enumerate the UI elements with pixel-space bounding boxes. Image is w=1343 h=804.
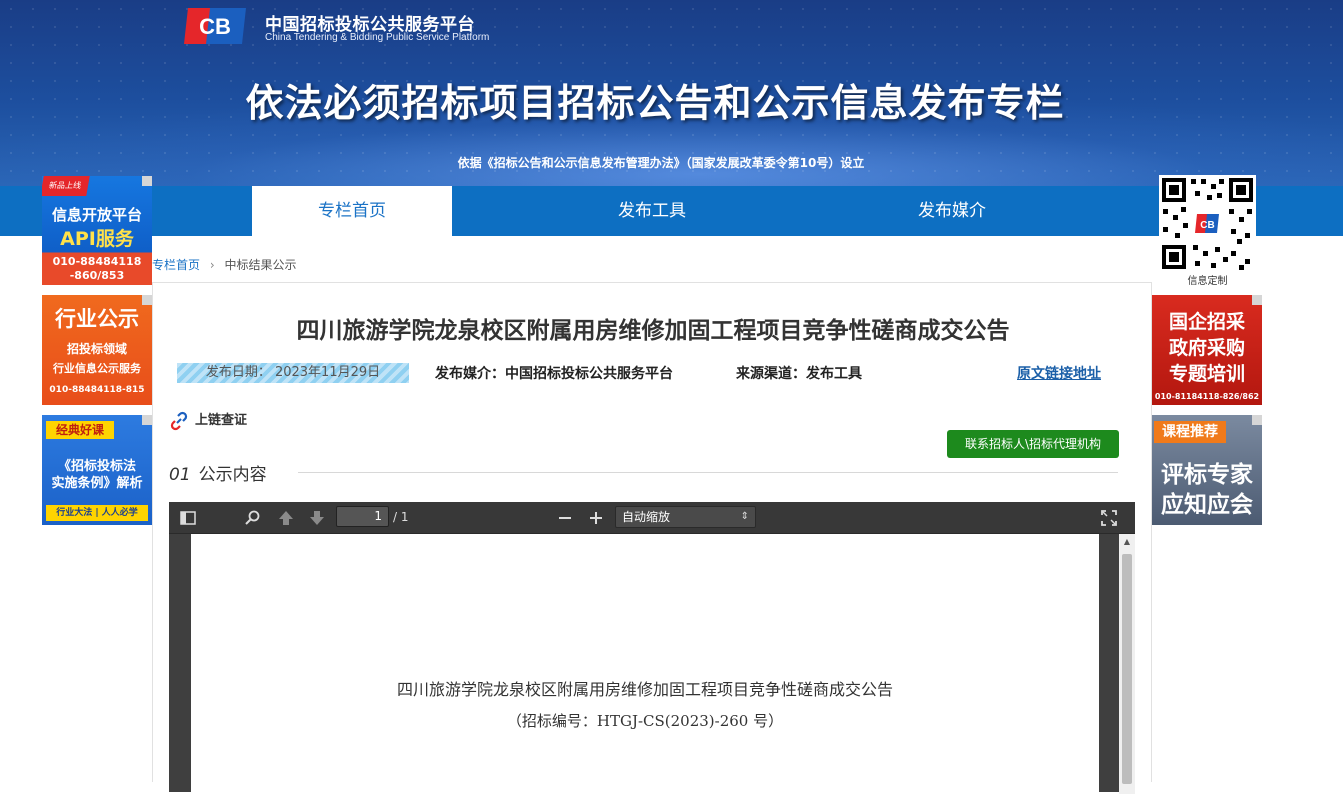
fullscreen-icon[interactable] (1100, 509, 1118, 527)
ad-course-recommend[interactable]: 课程推荐 评标专家 应知应会 (1152, 415, 1262, 525)
section-title: 公示内容 (198, 465, 267, 485)
platform-logo-icon[interactable]: CB (180, 4, 250, 48)
announcement-card: 四川旅游学院龙泉校区附属用房维修加固工程项目竞争性磋商成交公告 发布日期： 20… (152, 282, 1152, 804)
banner-subtitle: 依据《招标公告和公示信息发布管理办法》（国家发展改革委令第10号）设立 (457, 156, 865, 170)
next-page-icon[interactable] (308, 509, 326, 527)
pdf-document-title: 四川旅游学院龙泉校区附属用房维修加固工程项目竞争性磋商成交公告 (396, 680, 893, 699)
ad-corner (142, 295, 152, 305)
page-title: 四川旅游学院龙泉校区附属用房维修加固工程项目竞争性磋商成交公告 (296, 318, 1010, 344)
ad-classic-course[interactable]: 经典好课 《招标投标法 实施条例》解析 行业大法 | 人人必学 (42, 415, 152, 525)
ad-line: 政府采购 (1168, 337, 1245, 359)
ad-industry-notice[interactable]: 行业公示 招投标领域 行业信息公示服务 010-88484118-815 (42, 295, 152, 405)
ad-line: 评标专家 (1161, 462, 1253, 488)
main-nav: 专栏首页 发布工具 发布媒介 (0, 186, 1343, 236)
ad-api-service[interactable]: 新品上线 信息开放平台 API服务 010-88484118 -860/853 (42, 176, 152, 285)
zoom-select-value: 自动缩放 (622, 510, 671, 524)
section-divider (298, 472, 1118, 473)
publish-date: 发布日期： 2023年11月29日 (177, 363, 409, 383)
ad-line: 实施条例》解析 (51, 476, 143, 491)
breadcrumb: 专栏首页 › 中标结果公示 (152, 256, 297, 273)
previous-page-icon[interactable] (277, 509, 295, 527)
ad-corner (142, 415, 152, 425)
ad-badge: 课程推荐 (1154, 421, 1226, 443)
search-icon[interactable] (244, 509, 262, 527)
pdf-viewer: 1 / 1 自动缩放 ⇕ 四川旅游学院龙泉校区附属用房维修加固工程项目竞争性磋商… (169, 502, 1135, 804)
pdf-page: 四川旅游学院龙泉校区附属用房维修加固工程项目竞争性磋商成交公告 （招标编号：HT… (191, 534, 1099, 804)
qr-center-text: CB (1200, 220, 1214, 231)
zoom-select[interactable]: 自动缩放 ⇕ (615, 506, 756, 528)
section-heading: 01 公示内容 (169, 460, 267, 485)
ad-corner (142, 176, 152, 186)
section-number: 01 (169, 465, 191, 485)
ad-line: 应知应会 (1161, 492, 1253, 518)
ad-line: 行业信息公示服务 (53, 362, 141, 375)
original-link[interactable]: 原文链接地址 (1017, 363, 1101, 383)
qr-code-icon[interactable]: CB (1159, 175, 1256, 272)
contact-tenderer-button[interactable]: 联系招标人\招标代理机构 (947, 430, 1119, 458)
ad-procurement-training[interactable]: 国企招采 政府采购 专题培训 010-81184118-826/862 (1152, 295, 1262, 405)
source-channel: 来源渠道：发布工具 (736, 366, 862, 382)
ad-badge: 新品上线 (42, 176, 90, 196)
nav-item-publish-tool[interactable]: 发布工具 (552, 186, 752, 236)
zoom-in-icon[interactable] (587, 509, 605, 527)
publish-media: 发布媒介：中国招标投标公共服务平台 (435, 366, 673, 382)
pdf-scrollbar-thumb[interactable] (1122, 554, 1132, 784)
site-name-en: China Tendering & Bidding Public Service… (265, 32, 490, 43)
ad-line: 专题培训 (1168, 363, 1245, 385)
ad-phone: 010-81184118-826/862 (1154, 392, 1260, 401)
page-total: / 1 (393, 510, 409, 524)
sidebar-toggle-icon[interactable] (179, 509, 197, 527)
banner-title: 依法必须招标项目招标公告和公示信息发布专栏 (245, 81, 1065, 125)
scroll-up-icon[interactable]: ▲ (1119, 534, 1135, 550)
page-number-input[interactable]: 1 (336, 506, 389, 527)
ad-badge: 经典好课 (46, 421, 114, 439)
pdf-toolbar: 1 / 1 自动缩放 ⇕ (169, 502, 1135, 534)
ad-line: API服务 (60, 228, 134, 250)
breadcrumb-current: 中标结果公示 (224, 258, 297, 272)
link-chain-icon (170, 411, 188, 430)
ad-line: 招投标领域 (66, 342, 127, 356)
nav-item-publish-media[interactable]: 发布媒介 (852, 186, 1052, 236)
qr-label: 信息定制 (1187, 276, 1228, 287)
ad-phone: -860/853 (69, 269, 125, 282)
breadcrumb-separator: › (209, 258, 215, 272)
ad-footer: 行业大法 | 人人必学 (46, 505, 148, 521)
ad-line: 国企招采 (1168, 311, 1245, 333)
chain-verify-label: 上链查证 (195, 413, 248, 428)
breadcrumb-home-link[interactable]: 专栏首页 (152, 258, 200, 272)
logo-text: CB (199, 14, 231, 39)
ad-line: 行业公示 (55, 307, 139, 331)
zoom-out-icon[interactable] (556, 509, 574, 527)
pdf-document-number: （招标编号：HTGJ-CS(2023)-260 号） (506, 712, 784, 730)
header-banner: CB 中国招标投标公共服务平台 China Tendering & Biddin… (0, 0, 1343, 186)
ad-phone: 010-88484118 (52, 255, 142, 268)
nav-item-home[interactable]: 专栏首页 (252, 186, 452, 236)
chain-verify[interactable]: 上链查证 (169, 409, 247, 431)
ad-corner (1252, 415, 1262, 425)
ad-corner (1252, 295, 1262, 305)
ad-line: 信息开放平台 (51, 206, 142, 224)
ad-phone: 010-88484118-815 (49, 385, 145, 395)
updown-arrow-icon: ⇕ (740, 511, 749, 522)
